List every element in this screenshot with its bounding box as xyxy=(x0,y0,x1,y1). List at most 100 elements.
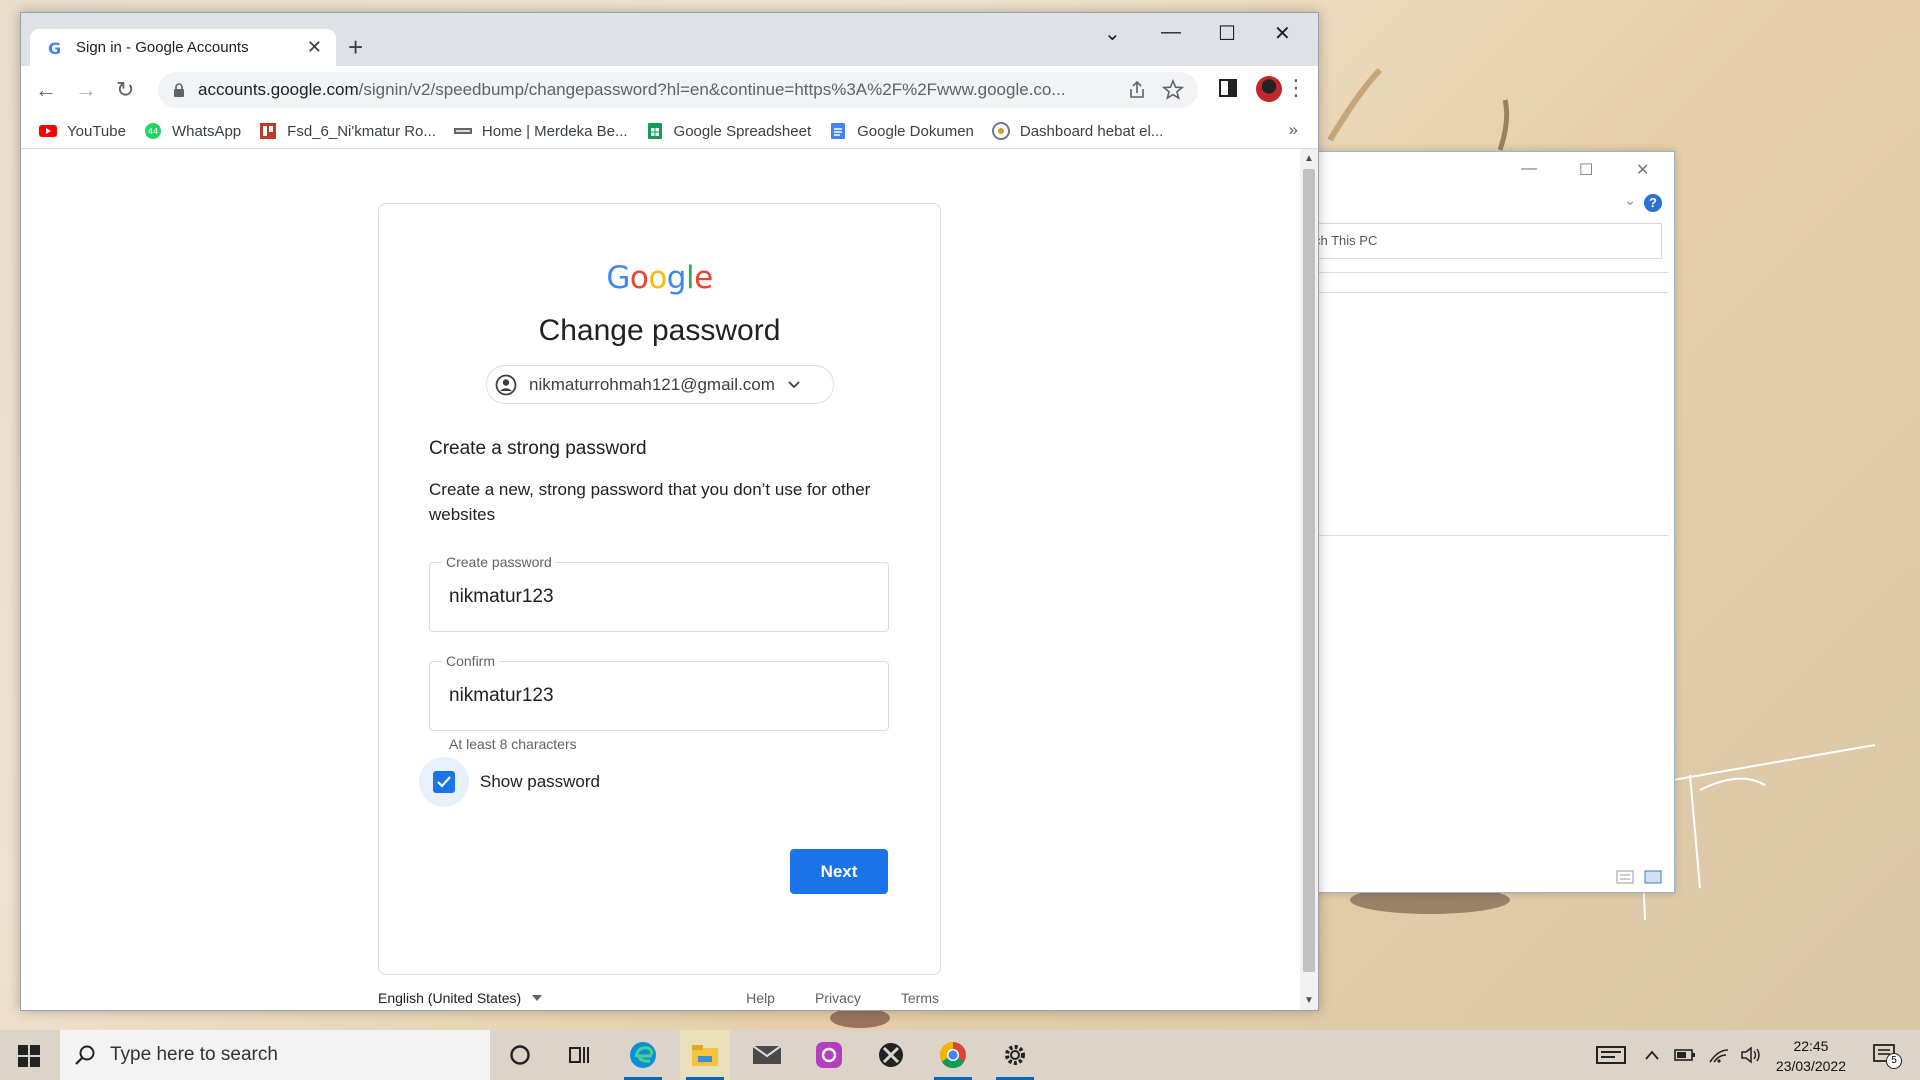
bookmark-label: YouTube xyxy=(67,122,126,140)
bookmark-dashboard[interactable]: Dashboard hebat el... xyxy=(991,122,1164,140)
browser-toolbar: ← → ↻ accounts.google.com/signin/v2/spee… xyxy=(21,66,1318,114)
windows-start-icon[interactable] xyxy=(18,1045,40,1067)
back-icon[interactable]: ← xyxy=(35,77,57,103)
task-view-button[interactable] xyxy=(555,1030,605,1080)
sheets-icon xyxy=(647,123,662,139)
scroll-down-icon[interactable]: ▼ xyxy=(1304,995,1314,1006)
close-icon[interactable]: ✕ xyxy=(1636,160,1649,180)
change-password-card: Google Change password nikmaturrohmah121… xyxy=(378,203,941,975)
section-description: Create a new, strong password that you d… xyxy=(429,480,871,524)
account-circle-icon xyxy=(495,374,517,395)
profile-avatar[interactable] xyxy=(1256,76,1282,102)
taskbar-search-box[interactable]: Type here to search xyxy=(60,1030,490,1080)
edge-icon xyxy=(630,1042,656,1068)
taskbar-edge[interactable] xyxy=(618,1030,668,1080)
wifi-icon[interactable] xyxy=(1708,1046,1730,1064)
search-placeholder: Type here to search xyxy=(110,1044,278,1065)
bookmark-whatsapp[interactable]: 44 WhatsApp xyxy=(144,122,241,140)
bookmark-google-dokumen[interactable]: Google Dokumen xyxy=(829,122,974,140)
divider xyxy=(1301,292,1668,293)
new-tab-icon[interactable]: + xyxy=(348,33,363,61)
volume-icon[interactable] xyxy=(1740,1046,1762,1064)
keyboard-icon[interactable] xyxy=(1596,1044,1626,1066)
gear-icon xyxy=(1005,1045,1025,1065)
bookmark-google-spreadsheet[interactable]: Google Spreadsheet xyxy=(646,122,812,140)
taskbar-xbox[interactable] xyxy=(866,1030,916,1080)
privacy-link[interactable]: Privacy xyxy=(815,990,861,1006)
tab-search-icon[interactable]: ⌄ xyxy=(1104,21,1121,46)
bookmark-fsd[interactable]: Fsd_6_Ni'kmatur Ro... xyxy=(259,122,436,140)
taskbar-settings[interactable] xyxy=(990,1030,1040,1080)
tab-close-icon[interactable]: ✕ xyxy=(307,37,322,58)
side-panel-icon[interactable] xyxy=(1218,78,1238,98)
minimize-icon[interactable]: — xyxy=(1161,21,1181,44)
share-icon[interactable] xyxy=(1126,79,1148,101)
create-password-field[interactable]: Create password xyxy=(429,554,889,632)
address-bar[interactable]: accounts.google.com/signin/v2/speedbump/… xyxy=(158,72,1198,108)
show-password-toggle[interactable]: Show password xyxy=(419,757,600,807)
taskbar-chrome[interactable] xyxy=(928,1030,978,1080)
battery-icon[interactable] xyxy=(1674,1048,1696,1062)
language-label: English (United States) xyxy=(378,990,522,1006)
account-chip[interactable]: nikmaturrohmah121@gmail.com xyxy=(486,365,834,404)
url-text[interactable]: accounts.google.com/signin/v2/speedbump/… xyxy=(198,80,1126,100)
maximize-icon[interactable]: ☐ xyxy=(1579,160,1593,180)
reload-icon[interactable]: ↻ xyxy=(116,77,134,103)
details-view-icon[interactable] xyxy=(1616,870,1634,884)
taskbar-mail[interactable] xyxy=(742,1030,792,1080)
terms-link[interactable]: Terms xyxy=(901,990,939,1006)
tab-google-accounts[interactable]: G Sign in - Google Accounts ✕ xyxy=(30,29,336,66)
search-icon xyxy=(75,1045,95,1065)
cortana-button[interactable] xyxy=(495,1030,545,1080)
google-favicon-icon: G xyxy=(48,39,61,57)
account-email: nikmaturrohmah121@gmail.com xyxy=(529,374,775,394)
scrollbar-thumb[interactable] xyxy=(1303,169,1315,972)
kebab-menu-icon[interactable]: ⋮ xyxy=(1285,75,1307,101)
bookmark-label: Google Spreadsheet xyxy=(673,122,812,140)
bookmark-star-icon[interactable] xyxy=(1162,79,1184,101)
confirm-password-field[interactable]: Confirm xyxy=(429,653,889,731)
clock-time: 22:45 xyxy=(1793,1038,1829,1054)
bookmark-label: Google Dokumen xyxy=(857,122,974,140)
chevron-up-icon[interactable] xyxy=(1644,1049,1660,1061)
lock-icon[interactable] xyxy=(172,83,186,97)
vertical-scrollbar[interactable]: ▲ ▼ xyxy=(1300,149,1318,1010)
xbox-icon xyxy=(879,1043,903,1067)
footer-links: Help Privacy Terms xyxy=(746,990,939,1006)
confirm-password-input[interactable] xyxy=(430,662,888,730)
whatsapp-icon: 44 xyxy=(144,123,161,139)
notification-center-button[interactable]: 5 xyxy=(1872,1043,1902,1069)
page-content: Google Change password nikmaturrohmah121… xyxy=(21,149,1318,1010)
url-host: accounts.google.com xyxy=(198,80,359,99)
bookmarks-overflow-icon[interactable]: » xyxy=(1289,120,1298,140)
forward-icon[interactable]: → xyxy=(75,77,97,103)
show-password-checkbox[interactable] xyxy=(433,771,455,793)
maximize-icon[interactable]: ☐ xyxy=(1218,21,1236,46)
explorer-search-input[interactable]: ch This PC xyxy=(1301,223,1662,259)
close-icon[interactable]: ✕ xyxy=(1274,21,1291,46)
bookmark-label: Fsd_6_Ni'kmatur Ro... xyxy=(287,122,436,140)
large-icons-view-icon[interactable] xyxy=(1644,870,1662,884)
bookmarks-bar: YouTube 44 WhatsApp Fsd_6_Ni'kmatur Ro..… xyxy=(21,114,1318,149)
next-button[interactable]: Next xyxy=(790,849,888,894)
bookmark-label: Dashboard hebat el... xyxy=(1019,122,1164,140)
folder-icon xyxy=(692,1045,718,1066)
create-password-input[interactable] xyxy=(430,563,888,631)
divider xyxy=(1301,272,1668,273)
trello-board-icon xyxy=(260,123,277,139)
scroll-up-icon[interactable]: ▲ xyxy=(1304,153,1314,164)
checkbox-focus-ring xyxy=(419,757,469,807)
help-icon[interactable]: ? xyxy=(1644,194,1662,212)
taskbar-instagram[interactable] xyxy=(804,1030,854,1080)
dashboard-icon xyxy=(991,122,1010,140)
chevron-down-icon[interactable]: ⌄ xyxy=(1624,192,1636,209)
tab-strip: G Sign in - Google Accounts ✕ + ⌄ — ☐ ✕ xyxy=(21,13,1318,66)
bookmark-label: Home | Merdeka Be... xyxy=(481,122,628,140)
taskbar-clock[interactable]: 22:45 23/03/2022 xyxy=(1776,1036,1846,1076)
minimize-icon[interactable]: — xyxy=(1521,160,1537,178)
bookmark-merdeka[interactable]: Home | Merdeka Be... xyxy=(453,122,628,140)
help-link[interactable]: Help xyxy=(746,990,775,1006)
bookmark-youtube[interactable]: YouTube xyxy=(39,122,126,140)
language-selector[interactable]: English (United States) xyxy=(378,990,543,1006)
taskbar-file-explorer[interactable] xyxy=(680,1030,730,1080)
